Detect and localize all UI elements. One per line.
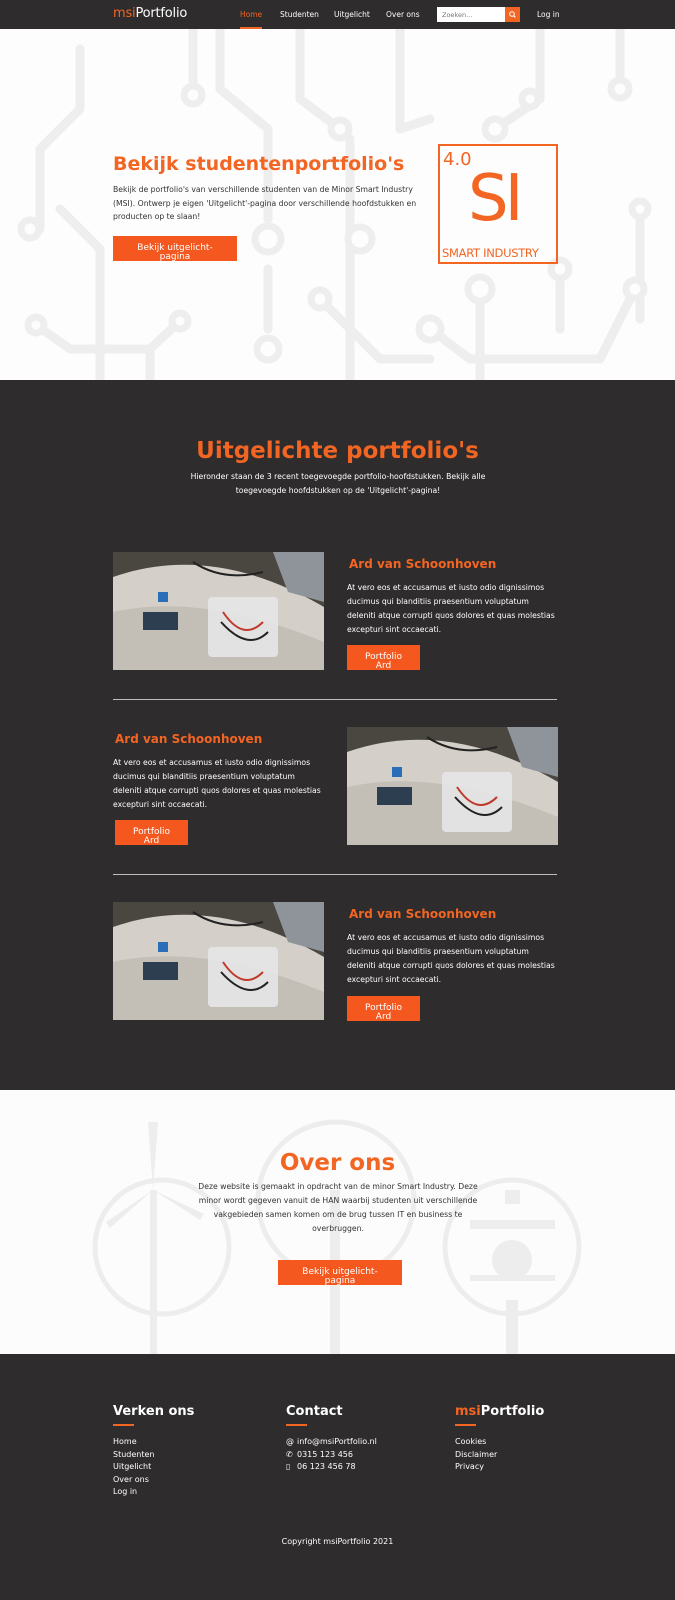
contact-email-item[interactable]: @ info@msiPortfolio.nl [286, 1436, 377, 1449]
search-icon [509, 11, 516, 18]
mobile-icon: ▯ [286, 1462, 291, 1472]
portfolio-photo[interactable] [347, 727, 558, 845]
top-navbar: msiPortfolio Home Studenten Uitgelicht O… [0, 0, 675, 29]
about-featured-button[interactable]: Bekijk uitgelicht-pagina [278, 1260, 402, 1286]
brand-prefix: msi [113, 6, 136, 21]
footer-brand: msiPortfolio [455, 1404, 544, 1419]
footer-title-underline [455, 1424, 476, 1426]
footer-contact-title: Contact [286, 1404, 343, 1419]
logo-subtitle: SMART INDUSTRY [442, 246, 539, 260]
featured-title: Uitgelichte portfolio's [196, 438, 479, 464]
contact-phone-item[interactable]: ✆ 0315 123 456 [286, 1449, 377, 1462]
footer-brand-main: Portfolio [480, 1404, 545, 1419]
footer-link-cookies[interactable]: Cookies [455, 1436, 497, 1449]
footer-link-studenten[interactable]: Studenten [113, 1449, 154, 1462]
at-icon: @ [286, 1437, 294, 1446]
entry-title: Ard van Schoonhoven [349, 557, 497, 571]
footer-contact-list: @ info@msiPortfolio.nl ✆ 0315 123 456 ▯ 06 … [286, 1436, 377, 1474]
view-featured-button[interactable]: Bekijk uitgelicht-pagina [113, 236, 237, 262]
contact-phone: 0315 123 456 [297, 1449, 353, 1459]
portfolio-photo[interactable] [113, 902, 324, 1020]
nav-link-home[interactable]: Home [240, 10, 262, 19]
portfolio-photo[interactable] [113, 552, 324, 670]
footer-link-uitgelicht[interactable]: Uitgelicht [113, 1461, 154, 1474]
footer-legal-links: Cookies Disclaimer Privacy [455, 1436, 497, 1474]
smart-industry-logo: 4.0 SI SMART INDUSTRY [438, 144, 558, 264]
footer-link-over-ons[interactable]: Over ons [113, 1474, 154, 1487]
contact-email: info@msiPortfolio.nl [297, 1437, 377, 1446]
hero-description: Bekijk de portfolio's van verschillende … [113, 185, 417, 221]
search-button[interactable] [505, 7, 520, 22]
entry-description: At vero eos et accusamus et iusto odio d… [113, 758, 321, 809]
brand-main: Portfolio [135, 6, 188, 21]
portfolio-button[interactable]: Portfolio Ard [347, 996, 420, 1022]
portfolio-button[interactable]: Portfolio Ard [115, 820, 188, 846]
copyright-text: Copyright msiPortfolio 2021 [281, 1537, 394, 1546]
divider [113, 874, 557, 875]
footer-link-login[interactable]: Log in [113, 1486, 154, 1499]
featured-section: Uitgelichte portfolio's Hieronder staan … [0, 380, 675, 1090]
nav-link-studenten[interactable]: Studenten [280, 10, 319, 19]
hero-title: Bekijk studentenportfolio's [113, 153, 405, 175]
footer-link-home[interactable]: Home [113, 1436, 154, 1449]
entry-title: Ard van Schoonhoven [115, 732, 263, 746]
hero-section: Bekijk studentenportfolio's Bekijk de po… [0, 29, 675, 380]
featured-intro: Hieronder staan de 3 recent toegevoegde … [190, 472, 486, 495]
search-input[interactable] [437, 7, 505, 22]
footer-explore-title: Verken ons [113, 1404, 195, 1419]
entry-title: Ard van Schoonhoven [349, 907, 497, 921]
about-title: Over ons [279, 1150, 396, 1176]
footer-explore-links: Home Studenten Uitgelicht Over ons Log i… [113, 1436, 154, 1499]
footer-title-underline [113, 1424, 134, 1426]
brand-logo[interactable]: msiPortfolio [113, 6, 187, 21]
logo-letters: SI [468, 162, 523, 236]
footer-title-underline [286, 1424, 307, 1426]
nav-link-over-ons[interactable]: Over ons [386, 10, 420, 19]
footer-link-privacy[interactable]: Privacy [455, 1461, 497, 1474]
contact-mobile: 06 123 456 78 [297, 1462, 356, 1472]
phone-icon: ✆ [286, 1449, 293, 1459]
footer-link-disclaimer[interactable]: Disclaimer [455, 1449, 497, 1462]
portfolio-button[interactable]: Portfolio Ard [347, 645, 420, 671]
footer: Verken ons Home Studenten Uitgelicht Ove… [0, 1354, 675, 1600]
about-section: Over ons Deze website is gemaakt in opdr… [0, 1090, 675, 1354]
entry-description: At vero eos et accusamus et iusto odio d… [347, 933, 555, 984]
footer-brand-prefix: msi [455, 1404, 481, 1419]
divider [113, 699, 557, 700]
login-link[interactable]: Log in [537, 10, 560, 19]
about-description: Deze website is gemaakt in opdracht van … [198, 1182, 478, 1233]
nav-link-uitgelicht[interactable]: Uitgelicht [334, 10, 370, 19]
contact-mobile-item[interactable]: ▯ 06 123 456 78 [286, 1461, 377, 1474]
entry-description: At vero eos et accusamus et iusto odio d… [347, 583, 555, 634]
